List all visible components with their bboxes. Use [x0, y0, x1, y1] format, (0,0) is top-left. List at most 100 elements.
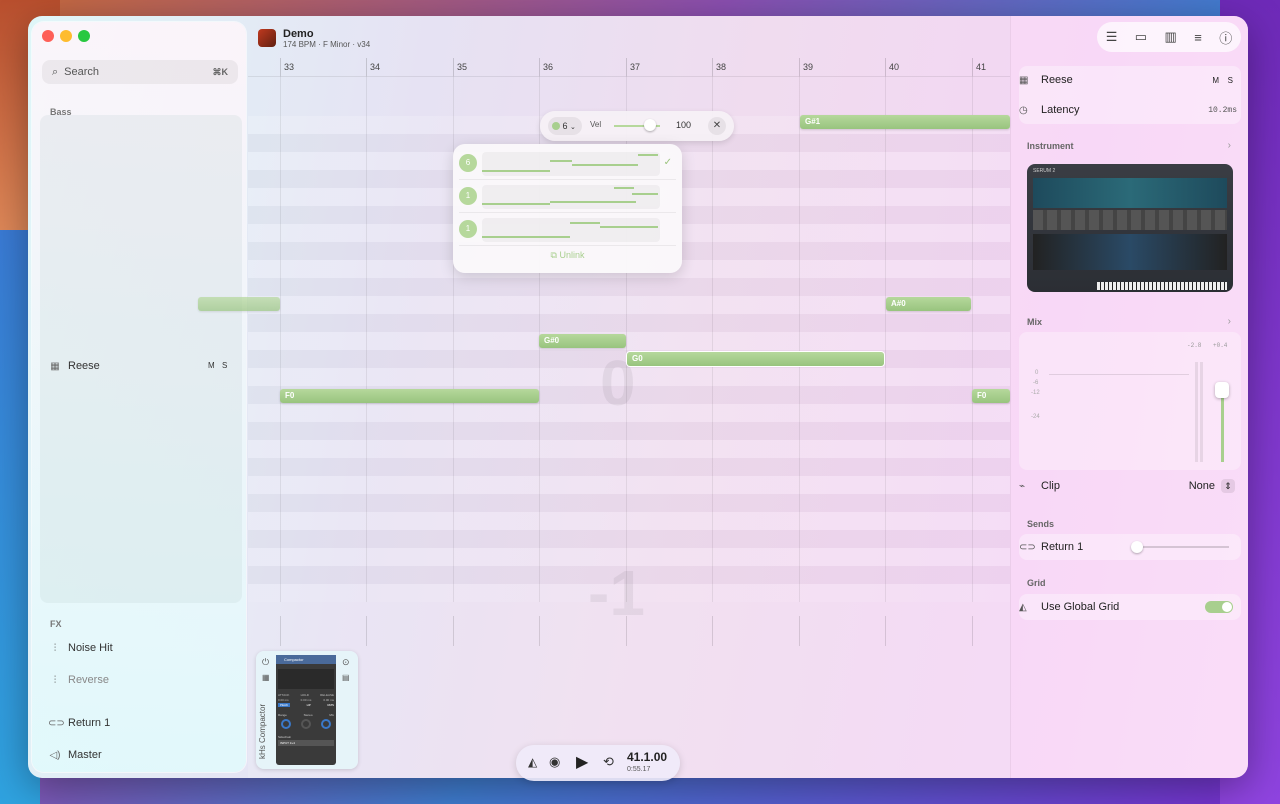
record-icon[interactable]: ◉: [549, 754, 560, 770]
global-grid-toggle[interactable]: [1205, 601, 1233, 613]
waveform-icon: ⫶: [53, 674, 57, 686]
bar-number: 33: [284, 62, 295, 72]
sliders-icon[interactable]: ≡: [1194, 30, 1202, 45]
midi-note[interactable]: G#0: [539, 334, 626, 348]
send-name: Return 1: [1041, 541, 1084, 553]
latency-label: Latency: [1041, 104, 1080, 116]
range-label: Range: [278, 713, 287, 717]
folder-icon[interactable]: ▭: [1135, 29, 1147, 45]
close-window-button[interactable]: [42, 30, 54, 42]
clip-label: Clip: [1041, 480, 1060, 492]
zoom-window-button[interactable]: [78, 30, 90, 42]
track-master[interactable]: ◁) Master: [48, 745, 101, 765]
scale-mark: 0: [1035, 370, 1039, 376]
sidechain-label: Sidechain: [278, 735, 292, 739]
latency-value: 10.2ms: [1208, 105, 1237, 115]
instrument-preview[interactable]: SERUM 2: [1027, 164, 1233, 292]
track-reverse[interactable]: ⫶ Reverse: [48, 670, 109, 690]
info-icon[interactable]: ⓘ: [1219, 28, 1232, 47]
mode-button[interactable]: RMS: [327, 703, 334, 707]
clip-value[interactable]: None: [1189, 480, 1215, 492]
settings-icon[interactable]: ⊙: [342, 657, 350, 668]
inspector-track[interactable]: ▦ Reese M S: [1019, 68, 1241, 92]
pattern-row[interactable]: 1: [459, 215, 676, 246]
pattern-selector[interactable]: 6 ⌄: [548, 117, 582, 135]
latency-row: ◷ Latency 10.2ms: [1019, 98, 1241, 122]
send-row[interactable]: ⊂⊃ Return 1: [1019, 535, 1241, 559]
app-window: ⌕ Search ⌘K Bass ▦ Reese M S FX ⫶ Noise …: [28, 16, 1248, 778]
mute-button[interactable]: M: [1212, 76, 1219, 85]
track-reese[interactable]: ▦ Reese: [48, 356, 228, 376]
track-noise-hit[interactable]: ⫶ Noise Hit: [48, 638, 113, 658]
pattern-badge: 6: [459, 154, 477, 172]
midi-note[interactable]: [198, 297, 280, 311]
power-icon[interactable]: ⏻: [262, 657, 269, 668]
mode-button[interactable]: PEAK: [278, 703, 291, 707]
send-slider[interactable]: [1131, 546, 1229, 548]
midi-note[interactable]: G#1: [800, 115, 1010, 129]
midi-note[interactable]: F0: [972, 389, 1010, 403]
preset-icon[interactable]: ▤: [342, 673, 350, 682]
sends-section-label: Sends: [1027, 519, 1055, 529]
project-title: Demo: [283, 27, 314, 40]
velocity-label: Vel: [590, 120, 602, 129]
keyboard-strip: [1097, 282, 1227, 290]
global-grid-label: Use Global Grid: [1041, 601, 1120, 613]
plugin-title: Compactor: [276, 655, 336, 664]
velocity-toolbar: 6 ⌄ Vel 100 ✕: [540, 111, 734, 141]
midi-note[interactable]: A#0: [886, 297, 971, 311]
timeline-ruler[interactable]: 33 34 35 36 37 38 39 40 41: [248, 58, 1010, 77]
volume-fader-track[interactable]: [1221, 388, 1224, 462]
velocity-slider-thumb[interactable]: [644, 119, 656, 131]
hold-label: HOLD: [300, 693, 309, 697]
close-icon[interactable]: ✕: [708, 117, 726, 135]
plugin-ui-icon[interactable]: ▦: [262, 673, 270, 682]
stereo-label: Stereo: [303, 713, 313, 717]
bar-number: 39: [803, 62, 814, 72]
inspector-panel: ☰ ▭ ▥ ≡ ⓘ ▦ Reese M S ◷ Latency 10.2ms I…: [1010, 16, 1248, 778]
solo-button[interactable]: S: [222, 361, 227, 370]
volume-fader-thumb[interactable]: [1215, 382, 1229, 398]
level-meter: [1200, 362, 1203, 462]
mute-button[interactable]: M: [208, 361, 215, 370]
plugin-interface[interactable]: Compactor ATTACK HOLD RELEASE 0.00 ms 0.00 …: [276, 655, 336, 765]
unlink-label: Unlink: [559, 250, 585, 260]
clip-row[interactable]: ⌁ Clip None ⇕: [1019, 474, 1241, 498]
unlink-button[interactable]: ⧉ Unlink: [453, 250, 682, 261]
send-slider-thumb[interactable]: [1131, 541, 1143, 553]
playhead-position: 41.1.00: [627, 750, 668, 764]
minimize-window-button[interactable]: [60, 30, 72, 42]
mix-knob[interactable]: [321, 719, 331, 729]
pattern-preview: [482, 152, 660, 176]
velocity-value: 100: [676, 120, 692, 130]
track-name: Return 1: [68, 717, 111, 729]
range-knob[interactable]: [281, 719, 291, 729]
chevron-right-icon[interactable]: ›: [1228, 140, 1231, 151]
scale-mark: -12: [1031, 390, 1040, 396]
project-subtitle: 174 BPM · F Minor · v34: [283, 39, 371, 49]
sidebar: ⌕ Search ⌘K Bass ▦ Reese M S FX ⫶ Noise …: [32, 22, 246, 772]
mixer-panel: -2.8 +0.4 0 -6 -12 -24: [1019, 332, 1241, 470]
metronome-icon[interactable]: ◭: [528, 755, 537, 769]
pattern-row[interactable]: 6 ✓: [459, 149, 676, 180]
piano-icon[interactable]: ▥: [1165, 29, 1177, 45]
solo-button[interactable]: S: [1228, 76, 1233, 85]
track-return-1[interactable]: ⊂⊃ Return 1: [48, 713, 110, 733]
bar-number: 34: [370, 62, 381, 72]
mode-button[interactable]: HP: [307, 703, 311, 707]
pattern-preview: [482, 185, 660, 209]
sidechain-input[interactable]: INPUT 3+4: [278, 740, 334, 746]
pattern-row[interactable]: 1: [459, 182, 676, 213]
loop-icon[interactable]: ⟲: [603, 754, 614, 770]
stepper-icon[interactable]: ⇕: [1221, 479, 1235, 493]
midi-note[interactable]: G0: [627, 352, 884, 366]
play-icon[interactable]: ▶: [576, 752, 588, 772]
search-field[interactable]: ⌕ Search ⌘K: [42, 60, 238, 84]
midi-note[interactable]: F0: [280, 389, 539, 403]
bar-number: 38: [716, 62, 727, 72]
chevron-right-icon[interactable]: ›: [1228, 316, 1231, 327]
list-icon[interactable]: ☰: [1106, 29, 1118, 45]
hold-value: 0.00 ms: [300, 698, 312, 702]
search-shortcut: ⌘K: [212, 66, 229, 77]
stereo-knob[interactable]: [301, 719, 311, 729]
